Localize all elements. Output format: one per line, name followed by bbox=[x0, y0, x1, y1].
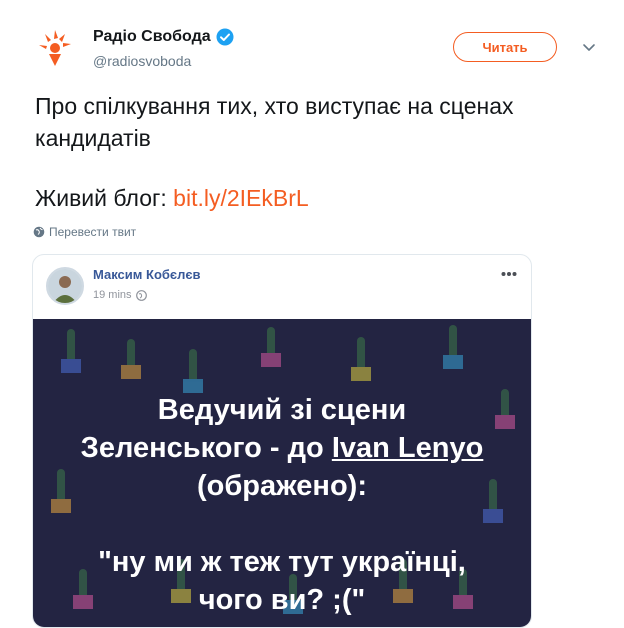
blog-link[interactable]: bit.ly/2IEkBrL bbox=[173, 185, 309, 211]
tagged-person[interactable]: Ivan Lenyo bbox=[332, 432, 484, 464]
caption-line: "ну ми ж теж тут українці, bbox=[98, 546, 466, 578]
chevron-down-icon[interactable] bbox=[581, 39, 597, 55]
translate-label[interactable]: Перевести твит bbox=[49, 225, 136, 239]
account-handle[interactable]: @radiosvoboda bbox=[93, 53, 191, 69]
post-meta: 19 mins bbox=[93, 289, 147, 301]
translate-tweet-link[interactable]: Перевести твит bbox=[33, 225, 136, 239]
follow-button[interactable]: Читать bbox=[453, 32, 557, 62]
account-name-row[interactable]: Радіо Свобода bbox=[93, 28, 234, 46]
post-header: Максим Кобєлєв 19 mins bbox=[33, 255, 531, 319]
tweet-blog-line: Живий блог: bit.ly/2IEkBrL bbox=[35, 182, 595, 214]
post-image[interactable]: Ведучий зі сцени Зеленського - до Ivan L… bbox=[33, 319, 531, 627]
globe-icon bbox=[33, 226, 45, 238]
blog-label: Живий блог: bbox=[35, 185, 174, 211]
caption-line: (ображено): bbox=[197, 470, 367, 502]
caption-line: чого ви? ;(" bbox=[198, 584, 366, 616]
caption-line: Ведучий зі сцени bbox=[157, 394, 407, 426]
radio-svoboda-logo-icon[interactable] bbox=[35, 28, 75, 68]
author-avatar[interactable] bbox=[46, 267, 84, 305]
verified-badge-icon bbox=[216, 28, 234, 46]
tweet-text: Про спілкування тих, хто виступає на сце… bbox=[35, 90, 595, 214]
embedded-facebook-post[interactable]: Максим Кобєлєв 19 mins Ведучий зі сцени … bbox=[32, 254, 532, 628]
caption-text: Зеленського - до bbox=[80, 432, 332, 464]
image-caption: Ведучий зі сцени Зеленського - до Ivan L… bbox=[33, 391, 531, 619]
post-author-name[interactable]: Максим Кобєлєв bbox=[93, 267, 201, 282]
tweet-text-line: Про спілкування тих, хто виступає на сце… bbox=[35, 93, 514, 151]
globe-icon bbox=[135, 289, 147, 301]
more-dots-icon[interactable] bbox=[501, 271, 517, 277]
caption-line: Зеленського - до Ivan Lenyo bbox=[33, 429, 531, 467]
tweet-header: Радіо Свобода @radiosvoboda Читать bbox=[35, 24, 605, 74]
avatar-photo-icon bbox=[48, 269, 82, 303]
account-display-name[interactable]: Радіо Свобода bbox=[93, 28, 211, 46]
post-time[interactable]: 19 mins bbox=[93, 289, 132, 301]
